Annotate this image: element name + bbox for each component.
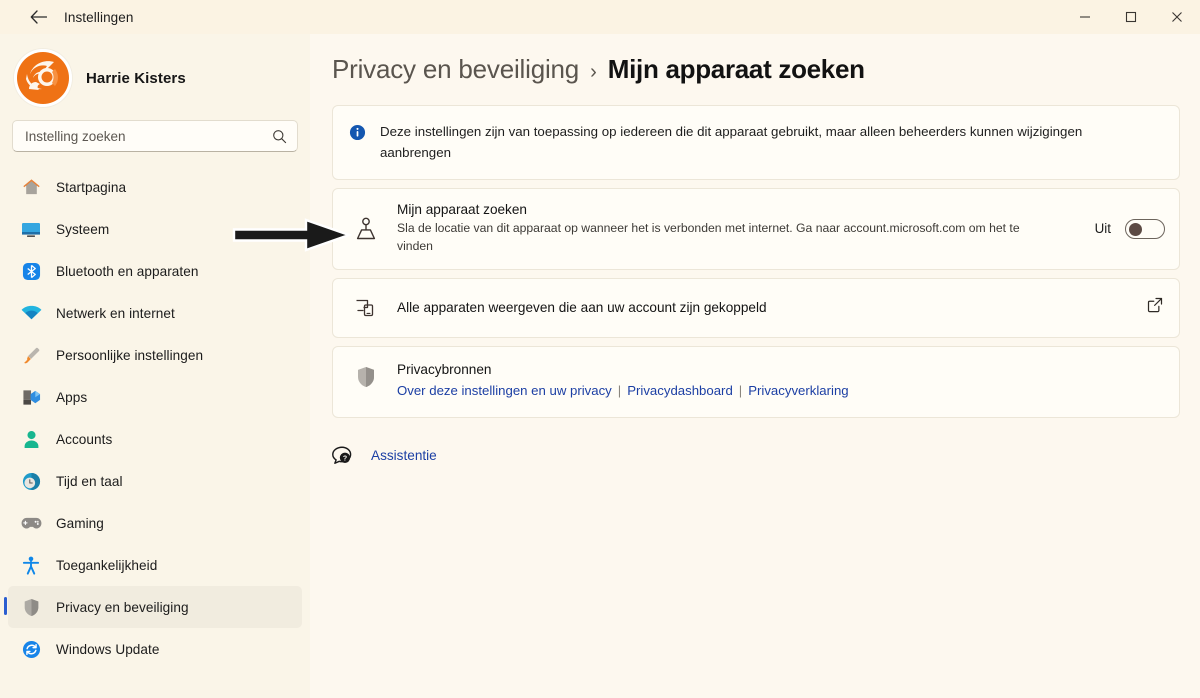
sidebar: Harrie Kisters Startpagina xyxy=(0,34,310,698)
breadcrumb-separator: › xyxy=(590,61,597,83)
sidebar-item-label: Tijd en taal xyxy=(56,473,123,489)
back-button[interactable] xyxy=(20,2,56,32)
page-title: Mijn apparaat zoeken xyxy=(607,54,865,84)
assistance-label: Assistentie xyxy=(371,448,437,464)
admin-info-banner: Deze instellingen zijn van toepassing op… xyxy=(332,105,1180,181)
person-icon xyxy=(18,428,44,450)
view-all-devices-link[interactable]: Alle apparaten weergeven die aan uw acco… xyxy=(332,277,1180,338)
home-icon xyxy=(18,176,44,198)
breadcrumb-parent-link[interactable]: Privacy en beveiliging xyxy=(332,54,579,85)
find-my-device-control: Uit xyxy=(1094,218,1165,239)
clock-globe-icon xyxy=(18,470,44,492)
toggle-state-label: Uit xyxy=(1094,221,1111,237)
sidebar-item-apps[interactable]: Apps xyxy=(8,376,302,418)
privacy-resources-title: Privacybronnen xyxy=(397,361,492,377)
bluetooth-icon xyxy=(18,260,44,282)
link-separator: | xyxy=(617,382,622,398)
sidebar-item-persoonlijke-instellingen[interactable]: Persoonlijke instellingen xyxy=(8,334,302,376)
sidebar-item-label: Gaming xyxy=(56,515,104,531)
paintbrush-icon xyxy=(18,344,44,366)
shield-grey-icon xyxy=(349,366,383,389)
privacy-link-dashboard[interactable]: Privacydashboard xyxy=(627,383,733,398)
sidebar-item-netwerk-en-internet[interactable]: Netwerk en internet xyxy=(8,292,302,334)
external-link-icon[interactable] xyxy=(1147,297,1163,318)
sidebar-item-label: Privacy en beveiliging xyxy=(56,599,189,615)
sidebar-item-label: Toegankelijkheid xyxy=(56,557,158,573)
accessibility-icon xyxy=(18,554,44,576)
toggle-knob xyxy=(1129,222,1142,236)
find-my-device-title: Mijn apparaat zoeken xyxy=(397,202,527,218)
sidebar-item-tijd-en-taal[interactable]: Tijd en taal xyxy=(8,460,302,502)
sidebar-item-label: Startpagina xyxy=(56,179,127,195)
sidebar-item-label: Netwerk en internet xyxy=(56,305,175,321)
find-my-device-setting: Mijn apparaat zoeken Sla de locatie van … xyxy=(332,188,1180,270)
profile-section[interactable]: Harrie Kisters xyxy=(0,34,310,107)
window-title: Instellingen xyxy=(64,9,134,25)
sidebar-item-toegankelijkheid[interactable]: Toegankelijkheid xyxy=(8,544,302,586)
minimize-button[interactable] xyxy=(1062,0,1108,34)
shield-icon xyxy=(18,596,44,618)
apps-icon xyxy=(18,386,44,408)
maximize-button[interactable] xyxy=(1108,0,1154,34)
settings-cards: Deze instellingen zijn van toepassing op… xyxy=(332,105,1180,418)
privacy-resources-body: Privacybronnen Over deze instellingen en… xyxy=(397,362,849,401)
title-bar: Instellingen xyxy=(0,0,1200,34)
sidebar-item-systeem[interactable]: Systeem xyxy=(8,208,302,250)
search-input[interactable] xyxy=(25,128,272,144)
sidebar-item-accounts[interactable]: Accounts xyxy=(8,418,302,460)
sidebar-item-gaming[interactable]: Gaming xyxy=(8,502,302,544)
settings-window: Instellingen Harrie Kisters Instelling z… xyxy=(0,0,1200,698)
sidebar-item-label: Systeem xyxy=(56,221,110,237)
devices-icon xyxy=(349,297,383,319)
sidebar-item-label: Accounts xyxy=(56,431,113,447)
sidebar-nav: Startpagina Systeem Bluetooth en apparat… xyxy=(0,166,310,670)
sidebar-item-windows-update[interactable]: Windows Update xyxy=(8,628,302,670)
find-my-device-description: Sla de locatie van dit apparaat op wanne… xyxy=(397,221,1020,253)
find-my-device-toggle[interactable] xyxy=(1125,218,1165,239)
breadcrumb: Privacy en beveiliging › Mijn apparaat z… xyxy=(310,34,1200,85)
update-refresh-icon xyxy=(18,638,44,660)
wifi-icon xyxy=(18,302,44,324)
privacy-link-about[interactable]: Over deze instellingen en uw privacy xyxy=(397,383,612,398)
privacy-resources-links: Over deze instellingen en uw privacy | Pri… xyxy=(397,381,849,401)
privacy-link-statement[interactable]: Privacyverklaring xyxy=(748,383,848,398)
monitor-icon xyxy=(18,218,44,240)
avatar xyxy=(14,49,72,107)
close-button[interactable] xyxy=(1154,0,1200,34)
help-bubble-icon: ? xyxy=(332,446,353,466)
location-person-icon xyxy=(349,215,383,243)
view-all-devices-label: Alle apparaten weergeven die aan uw acco… xyxy=(397,300,767,316)
sidebar-item-bluetooth-en-apparaten[interactable]: Bluetooth en apparaten xyxy=(8,250,302,292)
admin-info-text: Deze instellingen zijn van toepassing op… xyxy=(380,124,1083,160)
profile-name: Harrie Kisters xyxy=(86,69,186,87)
sidebar-item-label: Persoonlijke instellingen xyxy=(56,347,204,363)
sidebar-item-privacy-en-beveiliging[interactable]: Privacy en beveiliging xyxy=(4,586,302,628)
info-icon xyxy=(349,124,366,146)
gamepad-icon xyxy=(18,512,44,534)
assistance-link[interactable]: ? Assistentie xyxy=(332,446,437,466)
find-my-device-body: Mijn apparaat zoeken Sla de locatie van … xyxy=(397,202,1095,255)
main-content: Privacy en beveiliging › Mijn apparaat z… xyxy=(310,34,1200,698)
sidebar-item-startpagina[interactable]: Startpagina xyxy=(8,166,302,208)
svg-text:?: ? xyxy=(343,455,347,462)
window-controls xyxy=(1062,0,1200,34)
privacy-resources-card: Privacybronnen Over deze instellingen en… xyxy=(332,345,1180,418)
search-box[interactable] xyxy=(12,120,298,152)
sidebar-item-label: Apps xyxy=(56,389,88,405)
search-icon[interactable] xyxy=(272,129,287,144)
sidebar-item-label: Windows Update xyxy=(56,641,160,657)
sidebar-item-label: Bluetooth en apparaten xyxy=(56,263,199,279)
link-separator: | xyxy=(738,382,743,398)
